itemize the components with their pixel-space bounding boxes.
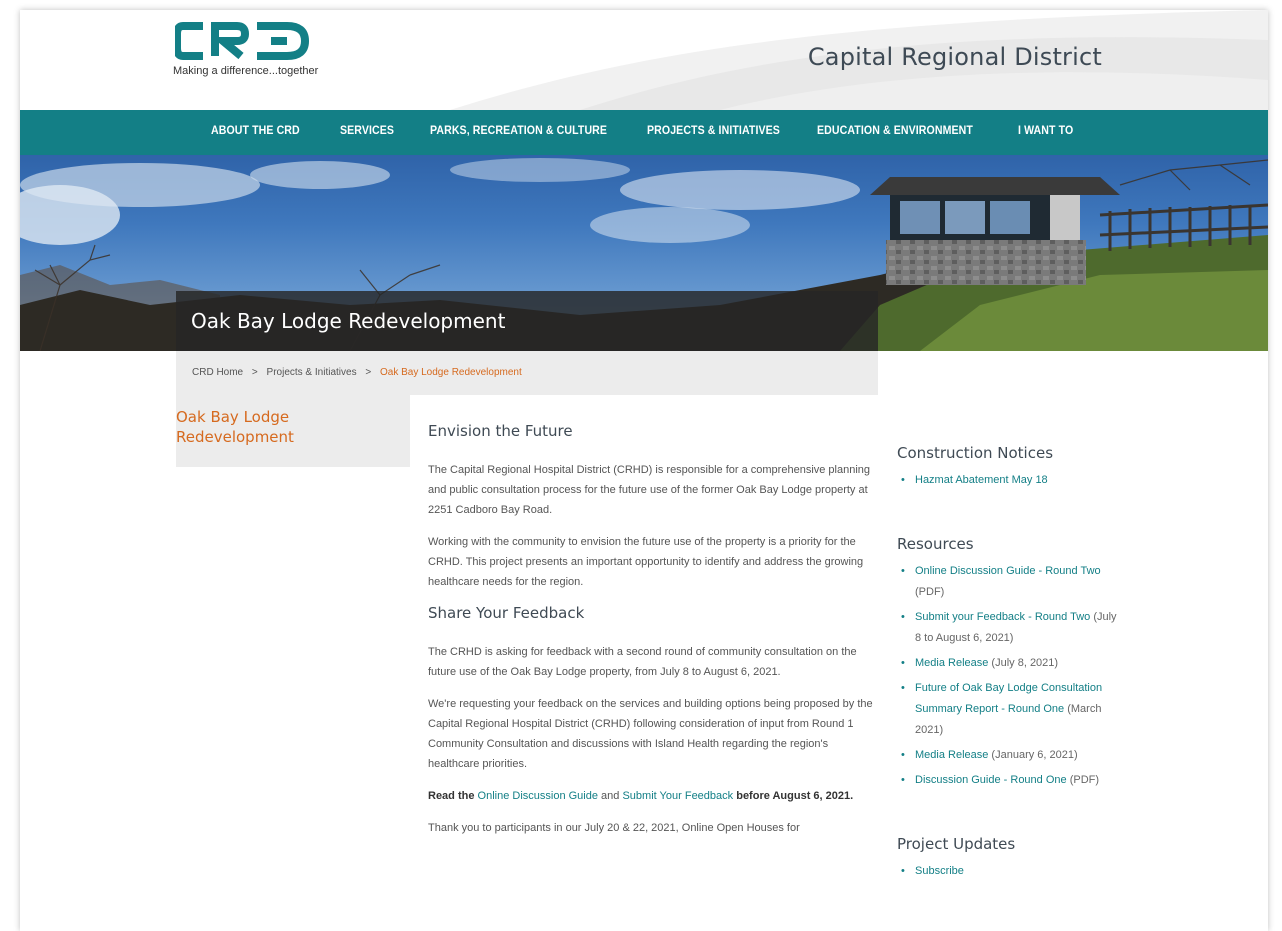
resource-link[interactable]: Submit your Feedback - Round Two [915, 611, 1090, 623]
list-item: Media Release (July 8, 2021) [897, 653, 1117, 674]
nav-item-services[interactable]: SERVICES [340, 125, 394, 137]
paragraph-community: Working with the community to envision t… [428, 536, 864, 588]
online-discussion-guide-link[interactable]: Online Discussion Guide [478, 790, 598, 802]
hero-title-box: Oak Bay Lodge Redevelopment [176, 291, 878, 351]
construction-notices-list: Hazmat Abatement May 18 [897, 470, 1117, 491]
nav-item-education[interactable]: EDUCATION & ENVIRONMENT [817, 125, 973, 137]
resource-note: (January 6, 2021) [988, 749, 1078, 761]
heading-feedback: Share Your Feedback [428, 604, 585, 622]
breadcrumb-current: Oak Bay Lodge Redevelopment [379, 367, 522, 378]
main-nav: ABOUT THE CRD SERVICES PARKS, RECREATION… [20, 110, 1268, 155]
resource-link[interactable]: Media Release [915, 749, 988, 761]
breadcrumb-separator: > [365, 367, 372, 378]
nav-item-about[interactable]: ABOUT THE CRD [211, 125, 300, 137]
paragraph-requesting: We're requesting your feedback on the se… [428, 698, 873, 770]
right-sidebar: Construction Notices Hazmat Abatement Ma… [897, 444, 1117, 910]
resource-note: (PDF) [915, 586, 945, 598]
section-nav: Oak Bay Lodge Redevelopment [176, 395, 410, 467]
resource-note: (July 8, 2021) [988, 657, 1059, 669]
read-the-text: Read the [428, 790, 475, 802]
nav-item-i-want-to[interactable]: I WANT TO [1018, 125, 1073, 137]
hazmat-link[interactable]: Hazmat Abatement May 18 [915, 474, 1048, 486]
list-item: Submit your Feedback - Round Two (July 8… [897, 607, 1117, 649]
breadcrumb-projects[interactable]: Projects & Initiatives [267, 367, 357, 378]
paragraph-thank-you: Thank you to participants in our July 20… [428, 822, 800, 834]
list-item: Discussion Guide - Round One (PDF) [897, 770, 1117, 791]
heading-envision: Envision the Future [428, 422, 573, 440]
and-text: and [601, 790, 620, 802]
site-header: Making a difference...together Capital R… [20, 10, 1268, 110]
page-title: Oak Bay Lodge Redevelopment [191, 309, 506, 333]
paragraph-read: Read the Online Discussion Guide and Sub… [428, 786, 878, 806]
list-item: Media Release (January 6, 2021) [897, 745, 1117, 766]
resource-link[interactable]: Online Discussion Guide - Round Two [915, 565, 1101, 577]
project-updates-list: Subscribe [897, 861, 1117, 882]
breadcrumb-trail: CRD Home > Projects & Initiatives > Oak … [192, 367, 528, 378]
page: Making a difference...together Capital R… [20, 10, 1268, 931]
breadcrumb-separator: > [251, 367, 258, 378]
resources-heading: Resources [897, 535, 974, 553]
submit-feedback-link[interactable]: Submit Your Feedback [622, 790, 733, 802]
hero-banner: Oak Bay Lodge Redevelopment [20, 155, 1268, 351]
list-item: Online Discussion Guide - Round Two (PDF… [897, 561, 1117, 603]
subscribe-link[interactable]: Subscribe [915, 865, 964, 877]
project-updates-heading: Project Updates [897, 835, 1016, 853]
main-content: Envision the Future The Capital Regional… [428, 422, 878, 850]
crd-logo[interactable] [175, 20, 345, 62]
breadcrumb: CRD Home > Projects & Initiatives > Oak … [176, 351, 878, 395]
paragraph-intro: The Capital Regional Hospital District (… [428, 464, 871, 516]
tagline: Making a difference...together [173, 65, 319, 77]
breadcrumb-home[interactable]: CRD Home [192, 367, 243, 378]
resource-link[interactable]: Media Release [915, 657, 988, 669]
resource-link[interactable]: Discussion Guide - Round One [915, 774, 1067, 786]
section-nav-title[interactable]: Oak Bay Lodge Redevelopment [176, 407, 376, 447]
paragraph-feedback: The CRHD is asking for feedback with a s… [428, 646, 857, 678]
resources-list: Online Discussion Guide - Round Two (PDF… [897, 561, 1117, 791]
list-item: Subscribe [897, 861, 1117, 882]
nav-item-projects[interactable]: PROJECTS & INITIATIVES [647, 125, 780, 137]
construction-notices-heading: Construction Notices [897, 444, 1054, 462]
deadline-text: before August 6, 2021. [736, 790, 854, 802]
list-item: Hazmat Abatement May 18 [897, 470, 1117, 491]
nav-item-parks[interactable]: PARKS, RECREATION & CULTURE [430, 125, 607, 137]
list-item: Future of Oak Bay Lodge Consultation Sum… [897, 678, 1117, 741]
site-title: Capital Regional District [807, 43, 1102, 71]
resource-note: (PDF) [1066, 774, 1100, 786]
crd-logo-mark [175, 22, 310, 60]
